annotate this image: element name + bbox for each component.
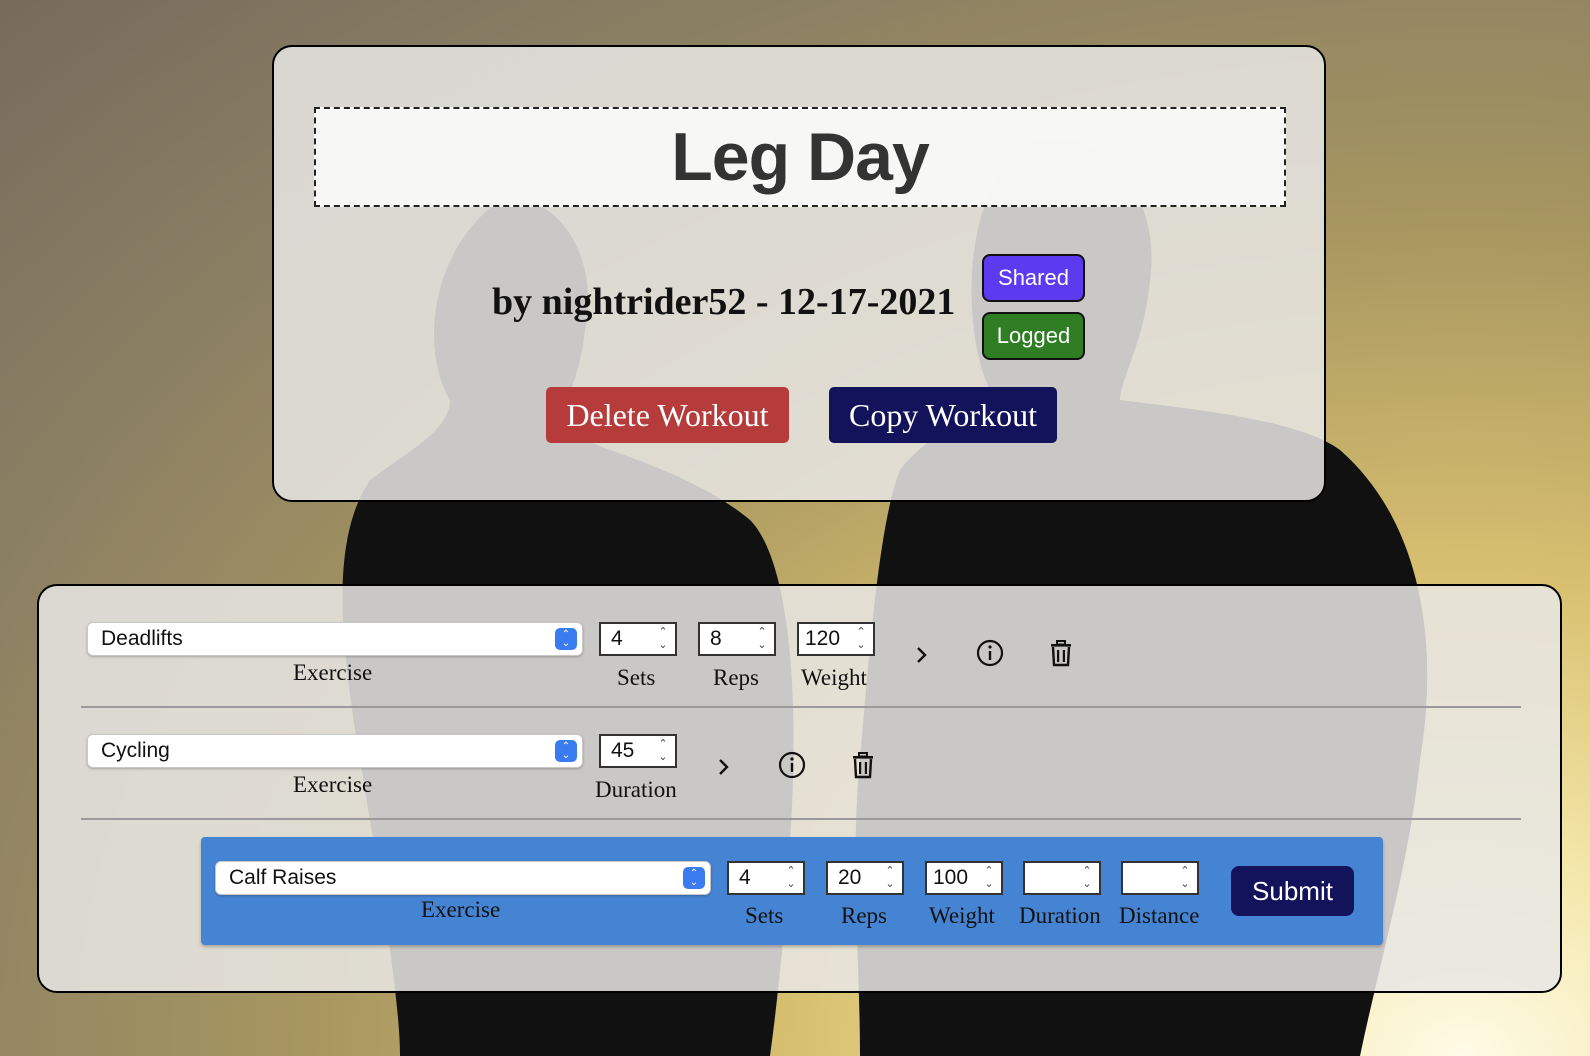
- submit-button[interactable]: Submit: [1231, 866, 1354, 916]
- workout-header-card: Leg Day by nightrider52 - 12-17-2021 Sha…: [272, 45, 1326, 502]
- sets-input[interactable]: 4 ⌃ ⌄: [727, 861, 805, 895]
- workout-byline: by nightrider52 - 12-17-2021: [492, 281, 956, 323]
- delete-workout-button[interactable]: Delete Workout: [546, 387, 789, 443]
- reps-input[interactable]: 20 ⌃ ⌄: [826, 861, 904, 895]
- exercise-label: Exercise: [293, 660, 373, 685]
- shared-badge[interactable]: Shared: [982, 254, 1085, 302]
- exercises-card: Deadlifts ⌃ ⌄ Exercise 4 ⌃ ⌄ Sets 8 ⌃ ⌄ Rep…: [37, 584, 1562, 993]
- stepper-icon[interactable]: ⌃ ⌄: [1079, 866, 1095, 890]
- info-icon[interactable]: [777, 750, 807, 780]
- distance-label: Distance: [1119, 903, 1200, 928]
- weight-input[interactable]: 100 ⌃ ⌄: [925, 861, 1003, 895]
- new-exercise-select[interactable]: Calf Raises ⌃ ⌄: [215, 861, 711, 895]
- chevron-right-icon[interactable]: [907, 640, 937, 670]
- reps-label: Reps: [841, 903, 887, 928]
- stepper-icon[interactable]: ⌃ ⌄: [882, 866, 898, 890]
- chevron-right-icon[interactable]: [709, 752, 739, 782]
- stepper-icon[interactable]: ⌃ ⌄: [783, 866, 799, 890]
- reps-value: 20: [838, 866, 862, 889]
- stepper-icon[interactable]: ⌃ ⌄: [754, 627, 770, 651]
- exercise-select-value: Calf Raises: [229, 866, 337, 889]
- new-exercise-form: Calf Raises ⌃ ⌄ Exercise 4 ⌃ ⌄ Sets 20 ⌃ ⌄ …: [201, 837, 1383, 945]
- stepper-icon[interactable]: ⌃ ⌄: [1177, 866, 1193, 890]
- weight-label: Weight: [929, 903, 995, 928]
- trash-icon[interactable]: [1046, 638, 1076, 668]
- sets-label: Sets: [745, 903, 784, 928]
- sets-input[interactable]: 4 ⌃ ⌄: [599, 622, 677, 656]
- exercise-select[interactable]: Deadlifts ⌃ ⌄: [87, 622, 583, 656]
- sets-value: 4: [739, 866, 751, 889]
- exercise-select[interactable]: Cycling ⌃ ⌄: [87, 734, 583, 768]
- copy-workout-button[interactable]: Copy Workout: [829, 387, 1057, 443]
- duration-label: Duration: [595, 777, 677, 802]
- distance-input[interactable]: ⌃ ⌄: [1121, 861, 1199, 895]
- duration-value: 45: [611, 739, 635, 762]
- sets-label: Sets: [617, 665, 656, 690]
- row-divider: [81, 818, 1521, 820]
- exercise-row: Deadlifts ⌃ ⌄ Exercise 4 ⌃ ⌄ Sets 8 ⌃ ⌄ Rep…: [81, 622, 1521, 702]
- stepper-icon[interactable]: ⌃ ⌄: [981, 866, 997, 890]
- weight-label: Weight: [801, 665, 867, 690]
- stepper-icon[interactable]: ⌃ ⌄: [655, 739, 671, 763]
- reps-input[interactable]: 8 ⌃ ⌄: [698, 622, 776, 656]
- exercise-row: Cycling ⌃ ⌄ Exercise 45 ⌃ ⌄ Duration: [81, 734, 1521, 814]
- select-updown-icon: ⌃ ⌄: [683, 867, 705, 889]
- workout-title-box[interactable]: Leg Day: [314, 107, 1286, 207]
- reps-label: Reps: [713, 665, 759, 690]
- select-updown-icon: ⌃ ⌄: [555, 740, 577, 762]
- sets-value: 4: [611, 627, 623, 650]
- weight-value: 120: [805, 627, 841, 650]
- trash-icon[interactable]: [848, 750, 878, 780]
- weight-input[interactable]: 120 ⌃ ⌄: [797, 622, 875, 656]
- info-icon[interactable]: [975, 638, 1005, 668]
- exercise-label: Exercise: [421, 897, 501, 922]
- duration-input[interactable]: ⌃ ⌄: [1023, 861, 1101, 895]
- select-updown-icon: ⌃ ⌄: [555, 628, 577, 650]
- exercise-select-value: Cycling: [101, 739, 170, 762]
- workout-title: Leg Day: [671, 119, 930, 195]
- reps-value: 8: [710, 627, 722, 650]
- logged-badge[interactable]: Logged: [982, 312, 1085, 360]
- duration-label: Duration: [1019, 903, 1101, 928]
- duration-input[interactable]: 45 ⌃ ⌄: [599, 734, 677, 768]
- stepper-icon[interactable]: ⌃ ⌄: [655, 627, 671, 651]
- weight-value: 100: [933, 866, 969, 889]
- exercise-select-value: Deadlifts: [101, 627, 183, 650]
- row-divider: [81, 706, 1521, 708]
- stepper-icon[interactable]: ⌃ ⌄: [853, 627, 869, 651]
- exercise-label: Exercise: [293, 772, 373, 797]
